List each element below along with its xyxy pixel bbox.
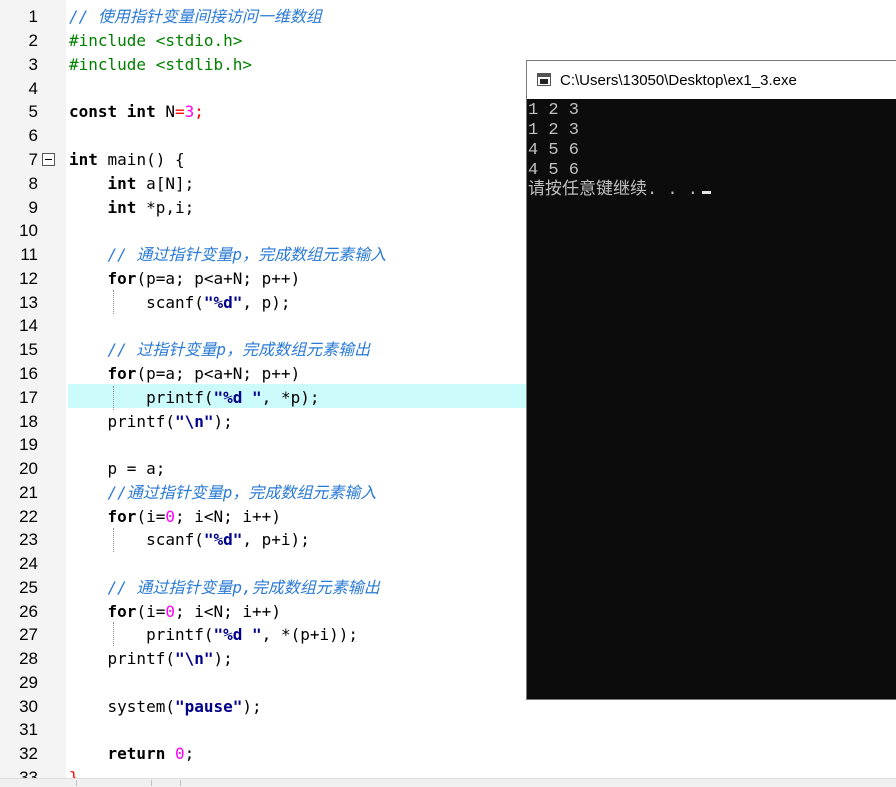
line-number: 2 bbox=[28, 31, 38, 50]
code-text: system("pause"); bbox=[107, 697, 262, 716]
console-title: C:\Users\13050\Desktop\ex1_3.exe bbox=[560, 72, 797, 89]
line-number: 9 bbox=[28, 198, 38, 217]
line-number: 27 bbox=[19, 625, 38, 644]
code-line[interactable]: 1 // 使用指针变量间接访问一维数组 bbox=[0, 5, 896, 29]
scrollbar-segment bbox=[0, 780, 77, 786]
line-number: 8 bbox=[28, 174, 38, 193]
text-cursor bbox=[702, 191, 712, 194]
code-text: const int N=3; bbox=[69, 102, 204, 121]
code-text: p = a; bbox=[107, 459, 166, 478]
code-text: return 0; bbox=[107, 744, 195, 763]
code-text: printf("%d ", *p); bbox=[146, 388, 320, 407]
code-text: // 过指针变量p，完成数组元素输出 bbox=[107, 340, 371, 359]
line-number: 32 bbox=[19, 744, 38, 763]
code-text: scanf("%d", p+i); bbox=[146, 530, 310, 549]
line-number: 18 bbox=[19, 412, 38, 431]
code-text: for(i=0; i<N; i++) bbox=[107, 602, 281, 621]
line-number: 14 bbox=[19, 316, 38, 335]
code-text: printf("%d ", *(p+i)); bbox=[146, 625, 358, 644]
line-number: 1 bbox=[28, 7, 38, 26]
code-text: for(i=0; i<N; i++) bbox=[107, 507, 281, 526]
code-text: int a[N]; bbox=[107, 174, 195, 193]
line-number: 22 bbox=[19, 507, 38, 526]
console-title-bar[interactable]: C:\Users\13050\Desktop\ex1_3.exe bbox=[527, 61, 896, 99]
line-number: 19 bbox=[19, 435, 38, 454]
line-number: 13 bbox=[19, 293, 38, 312]
scrollbar-segment bbox=[152, 780, 181, 786]
console-output[interactable]: 1 2 3 1 2 3 4 5 6 4 5 6 请按任意键继续. . . bbox=[527, 99, 896, 201]
console-output-line: 4 5 6 bbox=[528, 141, 580, 160]
line-number: 12 bbox=[19, 269, 38, 288]
line-number: 31 bbox=[19, 720, 38, 739]
console-window-icon bbox=[537, 73, 551, 86]
console-prompt: 请按任意键继续. . . bbox=[528, 181, 699, 200]
code-preprocessor: #include <stdio.h> bbox=[69, 31, 243, 50]
line-number: 4 bbox=[28, 79, 38, 98]
line-number: 11 bbox=[20, 245, 38, 264]
line-number: 15 bbox=[19, 340, 38, 359]
code-text: int *p,i; bbox=[107, 198, 195, 217]
console-output-line: 1 2 3 bbox=[528, 101, 580, 120]
console-output-line: 1 2 3 bbox=[528, 121, 580, 140]
line-number: 26 bbox=[19, 602, 38, 621]
code-text: // 通过指针变量p，完成数组元素输入 bbox=[107, 245, 387, 264]
line-number: 10 bbox=[19, 221, 38, 240]
line-number: 30 bbox=[19, 697, 38, 716]
console-window[interactable]: C:\Users\13050\Desktop\ex1_3.exe 1 2 3 1… bbox=[526, 60, 896, 700]
code-text: printf("\n"); bbox=[107, 649, 233, 668]
code-text: scanf("%d", p); bbox=[146, 293, 291, 312]
line-number: 28 bbox=[19, 649, 38, 668]
code-text: int main() { bbox=[69, 150, 185, 169]
code-text: for(p=a; p<a+N; p++) bbox=[107, 269, 301, 288]
code-text: //通过指针变量p，完成数组元素输入 bbox=[107, 483, 377, 502]
line-number: 5 bbox=[28, 102, 38, 121]
code-text: for(p=a; p<a+N; p++) bbox=[107, 364, 301, 383]
line-number: 7 bbox=[28, 150, 38, 169]
code-line[interactable]: 33 } bbox=[0, 766, 896, 778]
scrollbar-segment bbox=[77, 780, 152, 786]
line-number: 23 bbox=[19, 530, 38, 549]
line-number: 24 bbox=[19, 554, 38, 573]
line-number: 29 bbox=[19, 673, 38, 692]
console-prompt-line: 请按任意键继续. . . bbox=[528, 181, 896, 201]
line-number: 21 bbox=[19, 483, 38, 502]
code-comment: // 使用指针变量间接访问一维数组 bbox=[69, 7, 322, 26]
code-line[interactable]: 31 bbox=[0, 718, 896, 742]
console-output-line: 4 5 6 bbox=[528, 161, 580, 180]
line-number: 25 bbox=[19, 578, 38, 597]
line-number: 33 bbox=[19, 768, 38, 778]
line-number: 6 bbox=[28, 126, 38, 145]
code-line[interactable]: 32 return 0; bbox=[0, 742, 896, 766]
code-text: // 通过指针变量p,完成数组元素输出 bbox=[107, 578, 380, 597]
line-number: 17 bbox=[19, 388, 38, 407]
fold-minus-icon[interactable] bbox=[42, 153, 55, 166]
code-preprocessor: #include <stdlib.h> bbox=[69, 55, 253, 74]
line-number: 20 bbox=[19, 459, 38, 478]
code-text: printf("\n"); bbox=[107, 412, 233, 431]
line-number: 16 bbox=[19, 364, 38, 383]
code-line[interactable]: 2 #include <stdio.h> bbox=[0, 29, 896, 53]
line-number: 3 bbox=[28, 55, 38, 74]
code-text: } bbox=[69, 768, 79, 778]
